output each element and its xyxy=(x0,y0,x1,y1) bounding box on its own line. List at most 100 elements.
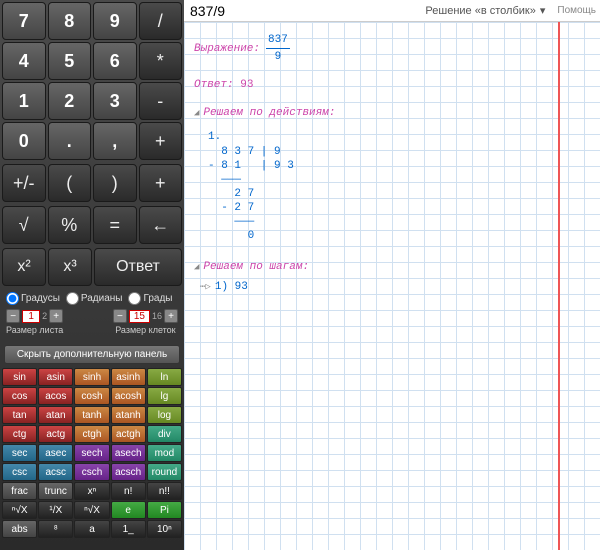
sheet-size-minus[interactable]: − xyxy=(6,309,20,323)
key-+[interactable]: + xyxy=(139,122,183,160)
fn-ln[interactable]: ln xyxy=(147,368,182,386)
fn-⁸[interactable]: ⁸ xyxy=(38,520,73,538)
fn-n![interactable]: n! xyxy=(111,482,146,500)
expression-input[interactable] xyxy=(184,1,417,21)
fn-csc[interactable]: csc xyxy=(2,463,37,481)
key-,[interactable]: , xyxy=(93,122,137,160)
key-2[interactable]: 2 xyxy=(48,82,92,120)
key-9[interactable]: 9 xyxy=(93,2,137,40)
fn-cos[interactable]: cos xyxy=(2,387,37,405)
fn-csch[interactable]: csch xyxy=(74,463,109,481)
fn-cosh[interactable]: cosh xyxy=(74,387,109,405)
key-5[interactable]: 5 xyxy=(48,42,92,80)
key-3[interactable]: 3 xyxy=(93,82,137,120)
fn-log[interactable]: log xyxy=(147,406,182,424)
fn-div[interactable]: div xyxy=(147,425,182,443)
help-link[interactable]: Помощь xyxy=(553,5,600,16)
fn-tanh[interactable]: tanh xyxy=(74,406,109,424)
arrow-icon: ⋯▷ xyxy=(200,279,211,295)
collapse-icon[interactable]: ◢ xyxy=(194,105,199,121)
top-bar: Решение «в столбик» ▾ Помощь xyxy=(184,0,600,22)
fn-sech[interactable]: sech xyxy=(74,444,109,462)
fn-acosh[interactable]: acosh xyxy=(111,387,146,405)
cell-size-minus[interactable]: − xyxy=(113,309,127,323)
fn-sin[interactable]: sin xyxy=(2,368,37,386)
fn-ctg[interactable]: ctg xyxy=(2,425,37,443)
fn-asech[interactable]: asech xyxy=(111,444,146,462)
key-1[interactable]: 1 xyxy=(2,82,46,120)
fn-atan[interactable]: atan xyxy=(38,406,73,424)
key-)[interactable]: ) xyxy=(93,164,137,202)
fn-ctgh[interactable]: ctgh xyxy=(74,425,109,443)
key-8[interactable]: 8 xyxy=(48,2,92,40)
fn-1_[interactable]: 1_ xyxy=(111,520,146,538)
angle-mode-1[interactable]: Радианы xyxy=(66,292,123,305)
fn-sinh[interactable]: sinh xyxy=(74,368,109,386)
fn-10ⁿ[interactable]: 10ⁿ xyxy=(147,520,182,538)
key-+[interactable]: + xyxy=(139,164,183,202)
key-x³[interactable]: x³ xyxy=(48,248,92,286)
key-.[interactable]: . xyxy=(48,122,92,160)
chevron-down-icon: ▾ xyxy=(540,4,546,17)
key-6[interactable]: 6 xyxy=(93,42,137,80)
fn-round[interactable]: round xyxy=(147,463,182,481)
key-([interactable]: ( xyxy=(48,164,92,202)
solution-content: Выражение: 837 9 Ответ: 93 ◢ Решаем по д… xyxy=(194,32,335,295)
fn-sec[interactable]: sec xyxy=(2,444,37,462)
fn-xⁿ[interactable]: xⁿ xyxy=(74,482,109,500)
fn-Pi[interactable]: Pi xyxy=(147,501,182,519)
sheet-size-label: Размер листа xyxy=(6,325,63,335)
key-=[interactable]: = xyxy=(93,206,137,244)
key-+/-[interactable]: +/- xyxy=(2,164,46,202)
key-0[interactable]: 0 xyxy=(2,122,46,160)
fn-actg[interactable]: actg xyxy=(38,425,73,443)
key-√[interactable]: √ xyxy=(2,206,46,244)
fn-tan[interactable]: tan xyxy=(2,406,37,424)
key-4[interactable]: 4 xyxy=(2,42,46,80)
fn-asec[interactable]: asec xyxy=(38,444,73,462)
solution-method-dropdown[interactable]: Решение «в столбик» ▾ xyxy=(417,2,553,19)
sheet-size-plus[interactable]: + xyxy=(49,309,63,323)
angle-radio-2[interactable] xyxy=(128,292,141,305)
key--[interactable]: - xyxy=(139,82,183,120)
size-row: − 1 2 + Размер листа − 15 16 + Размер кл… xyxy=(6,309,178,335)
key-7[interactable]: 7 xyxy=(2,2,46,40)
fn-actgh[interactable]: actgh xyxy=(111,425,146,443)
answer-button[interactable]: Ответ xyxy=(94,248,182,286)
key-x²[interactable]: x² xyxy=(2,248,46,286)
angle-label-2: Грады xyxy=(143,293,172,304)
fn-e[interactable]: e xyxy=(111,501,146,519)
key-%[interactable]: % xyxy=(48,206,92,244)
angle-mode-0[interactable]: Градусы xyxy=(6,292,60,305)
fn-ⁿ√X[interactable]: ⁿ√X xyxy=(74,501,109,519)
collapse-icon[interactable]: ◢ xyxy=(194,259,199,275)
angle-label-1: Радианы xyxy=(81,293,123,304)
key-←[interactable]: ← xyxy=(139,206,183,244)
method-label: Решение «в столбик» xyxy=(425,5,535,17)
fn-atanh[interactable]: atanh xyxy=(111,406,146,424)
fn-mod[interactable]: mod xyxy=(147,444,182,462)
fn-asinh[interactable]: asinh xyxy=(111,368,146,386)
angle-radio-0[interactable] xyxy=(6,292,19,305)
fn-a[interactable]: a xyxy=(74,520,109,538)
fn-abs[interactable]: abs xyxy=(2,520,37,538)
fn-acsc[interactable]: acsc xyxy=(38,463,73,481)
fn-n!![interactable]: n!! xyxy=(147,482,182,500)
fn-acos[interactable]: acos xyxy=(38,387,73,405)
turn-1: 1) 93 xyxy=(215,279,248,295)
fn-acsch[interactable]: acsch xyxy=(111,463,146,481)
fn-ⁿ√X[interactable]: ⁿ√X xyxy=(2,501,37,519)
fn-frac[interactable]: frac xyxy=(2,482,37,500)
hide-panel-button[interactable]: Скрыть дополнительную панель xyxy=(4,345,180,364)
keypad-ops2: +/-()+ xyxy=(0,162,184,204)
fn-¹/X[interactable]: ¹/X xyxy=(38,501,73,519)
cell-size-plus[interactable]: + xyxy=(164,309,178,323)
expression-label: Выражение: xyxy=(194,41,260,57)
fn-asin[interactable]: asin xyxy=(38,368,73,386)
angle-mode-2[interactable]: Грады xyxy=(128,292,172,305)
angle-radio-1[interactable] xyxy=(66,292,79,305)
fn-trunc[interactable]: trunc xyxy=(38,482,73,500)
key-/[interactable]: / xyxy=(139,2,183,40)
key-*[interactable]: * xyxy=(139,42,183,80)
fn-lg[interactable]: lg xyxy=(147,387,182,405)
